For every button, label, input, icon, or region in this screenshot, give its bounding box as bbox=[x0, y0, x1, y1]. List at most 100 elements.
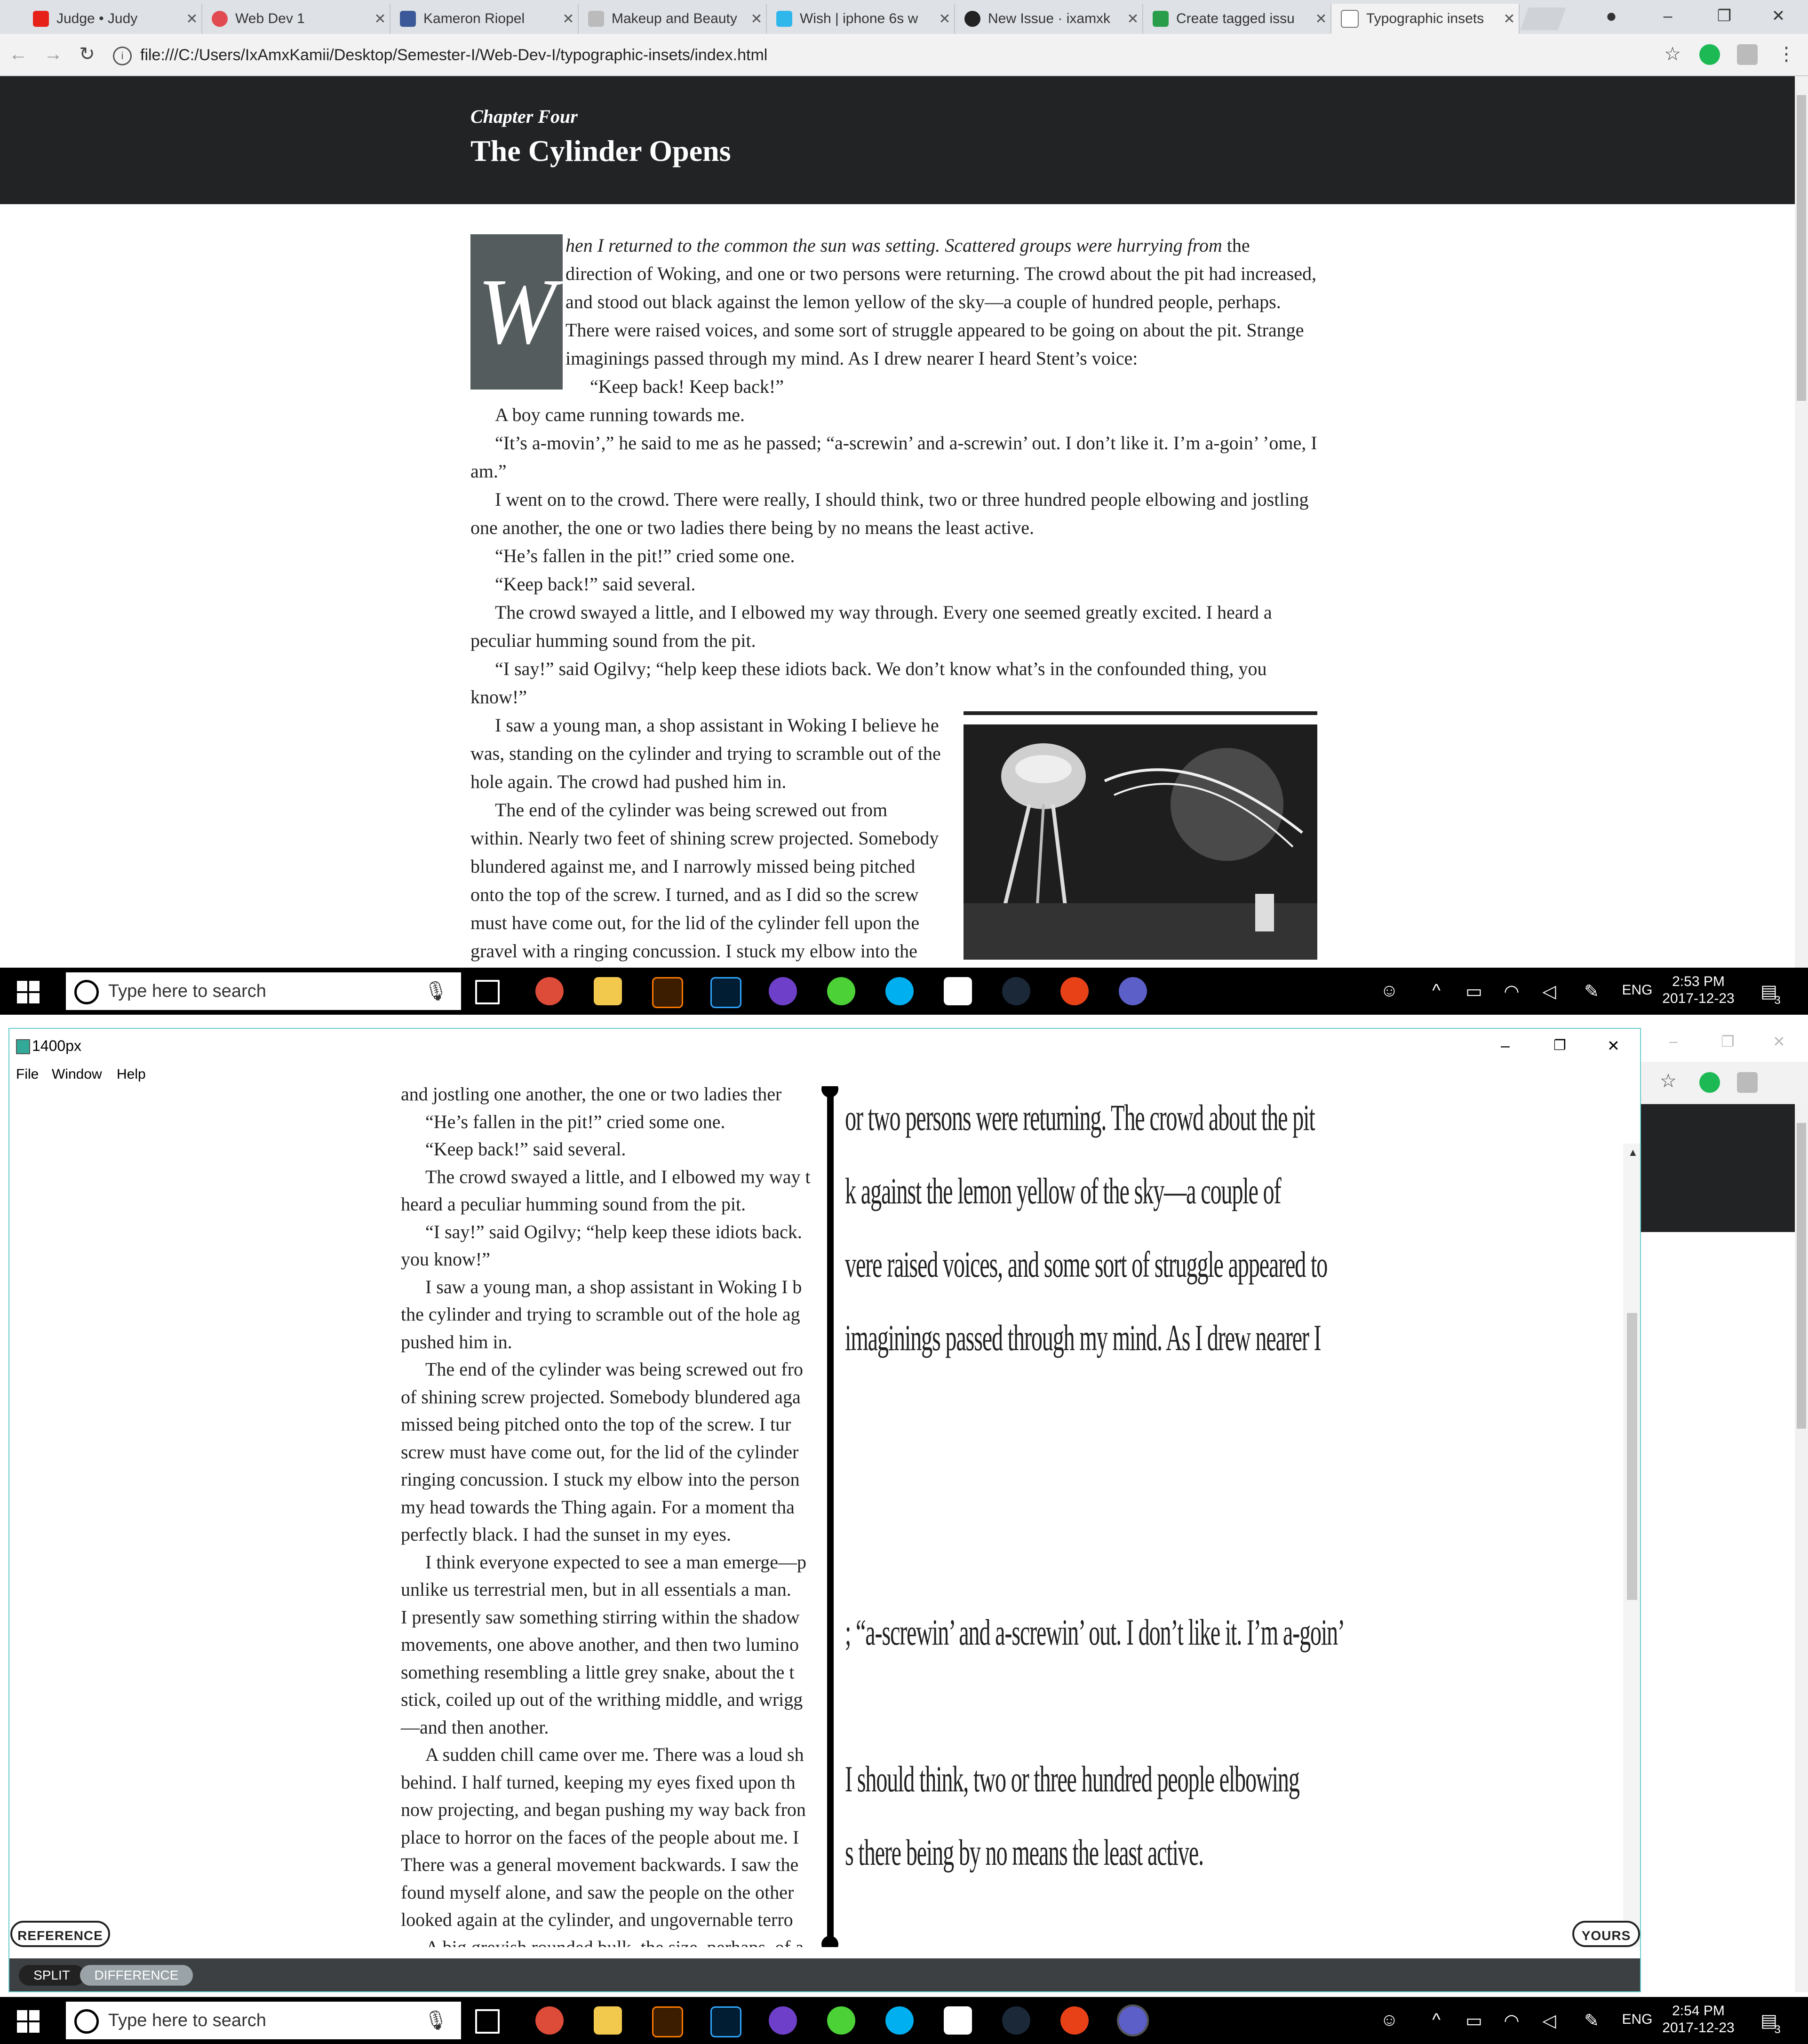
mail-icon[interactable] bbox=[944, 2006, 972, 2035]
menu-file[interactable]: File bbox=[16, 1063, 39, 1086]
skype-icon[interactable] bbox=[885, 2006, 914, 2035]
file-explorer-icon[interactable] bbox=[594, 2006, 622, 2035]
taskbar-search[interactable]: Type here to search 🎙 bbox=[66, 972, 461, 1010]
clock[interactable]: 2:53 PM 2017-12-23 bbox=[1656, 973, 1741, 1007]
steam-icon[interactable] bbox=[1002, 2006, 1030, 2035]
chevron-up-icon[interactable]: ^ bbox=[1425, 981, 1448, 1001]
browser-tab[interactable]: Create tagged issu ✕ bbox=[1143, 4, 1331, 34]
people-icon[interactable]: ☺ bbox=[1378, 2010, 1401, 2030]
browser-tab[interactable]: New Issue · ixamxk ✕ bbox=[955, 4, 1143, 34]
compare-app-icon[interactable] bbox=[1119, 977, 1147, 1005]
minimize-icon: – bbox=[1669, 1033, 1678, 1050]
battery-icon[interactable]: ▭ bbox=[1462, 981, 1486, 1002]
minimize-icon[interactable]: – bbox=[1501, 1029, 1510, 1063]
close-window-icon[interactable]: ✕ bbox=[1764, 5, 1792, 27]
new-tab-button[interactable] bbox=[1520, 8, 1566, 30]
language-indicator[interactable]: ENG bbox=[1618, 2011, 1656, 2028]
wifi-icon[interactable]: ◠ bbox=[1500, 2010, 1523, 2031]
minimize-icon[interactable]: – bbox=[1654, 5, 1682, 27]
volume-icon[interactable]: ◁ bbox=[1537, 981, 1561, 1002]
reload-icon[interactable]: ↻ bbox=[75, 42, 99, 66]
task-view-icon[interactable] bbox=[475, 2009, 500, 2034]
photoshop-icon[interactable] bbox=[710, 2006, 741, 2037]
grammarly-extension-icon[interactable] bbox=[1699, 44, 1720, 65]
account-icon[interactable]: ● bbox=[1597, 5, 1625, 27]
chrome-icon[interactable] bbox=[535, 2006, 564, 2035]
close-tab-icon[interactable]: ✕ bbox=[935, 11, 954, 27]
browser-tab[interactable]: Judge • Judy ✕ bbox=[24, 4, 202, 34]
github-desktop-icon[interactable] bbox=[769, 2006, 797, 2035]
battery-icon[interactable]: ▭ bbox=[1462, 2010, 1486, 2031]
origin-icon[interactable] bbox=[1060, 2006, 1089, 2035]
arrow-left-icon[interactable]: ← bbox=[7, 42, 30, 66]
microphone-icon[interactable]: 🎙 bbox=[424, 2011, 448, 2030]
microphone-icon[interactable]: 🎙 bbox=[424, 982, 448, 1001]
chevron-up-icon[interactable]: ^ bbox=[1425, 2010, 1448, 2030]
skype-icon[interactable] bbox=[885, 977, 914, 1005]
close-tab-icon[interactable]: ✕ bbox=[1312, 11, 1330, 27]
volume-icon[interactable]: ◁ bbox=[1537, 2010, 1561, 2031]
reference-line: “I say!” said Ogilvy; “help keep these i… bbox=[425, 1221, 802, 1242]
browser-tab[interactable]: Wish | iphone 6s w ✕ bbox=[767, 4, 955, 34]
photoshop-icon[interactable] bbox=[710, 977, 741, 1008]
split-mode-button[interactable]: SPLIT bbox=[19, 1965, 85, 1986]
app-icon bbox=[16, 1039, 30, 1054]
file-explorer-icon[interactable] bbox=[594, 977, 622, 1005]
paragraph: “He’s fallen in the pit!” cried some one… bbox=[495, 545, 795, 566]
browser-tab-active[interactable]: Typographic insets ✕ bbox=[1331, 4, 1520, 34]
paragraph: “It’s a-movin’,” he said to me as he pas… bbox=[470, 432, 1317, 482]
origin-icon[interactable] bbox=[1060, 977, 1089, 1005]
difference-mode-button[interactable]: DIFFERENCE bbox=[80, 1965, 193, 1986]
split-divider-handle[interactable] bbox=[827, 1086, 834, 1947]
close-tab-icon[interactable]: ✕ bbox=[559, 11, 578, 27]
language-indicator[interactable]: ENG bbox=[1618, 982, 1656, 999]
extension-icon[interactable] bbox=[1737, 44, 1758, 65]
info-icon[interactable]: i bbox=[113, 47, 132, 66]
wifi-icon[interactable]: ◠ bbox=[1500, 981, 1523, 1002]
restore-icon[interactable]: ❐ bbox=[1553, 1029, 1566, 1063]
reference-line: missed being pitched onto the top of the… bbox=[401, 1414, 791, 1435]
menu-kebab-icon[interactable]: ⋮ bbox=[1775, 42, 1798, 66]
compare-app-icon[interactable] bbox=[1117, 2004, 1149, 2036]
taskbar-search[interactable]: Type here to search 🎙 bbox=[66, 2002, 461, 2039]
star-icon[interactable]: ☆ bbox=[1661, 42, 1684, 66]
task-view-icon[interactable] bbox=[475, 980, 500, 1004]
close-tab-icon[interactable]: ✕ bbox=[183, 11, 201, 27]
close-tab-icon[interactable]: ✕ bbox=[1123, 11, 1142, 27]
github-desktop-icon[interactable] bbox=[769, 977, 797, 1005]
arrow-right-icon[interactable]: → bbox=[41, 42, 65, 66]
people-icon[interactable]: ☺ bbox=[1378, 981, 1401, 1001]
windows-start-icon[interactable] bbox=[17, 981, 40, 1003]
browser-tab[interactable]: Web Dev 1 ✕ bbox=[202, 4, 390, 34]
mail-icon[interactable] bbox=[944, 977, 972, 1005]
steam-icon[interactable] bbox=[1002, 977, 1030, 1005]
chrome-icon[interactable] bbox=[535, 977, 564, 1005]
clock[interactable]: 2:54 PM 2017-12-23 bbox=[1656, 2003, 1741, 2036]
reference-line: the cylinder and trying to scramble out … bbox=[401, 1304, 800, 1325]
chat-app-icon[interactable] bbox=[827, 2006, 855, 2035]
pen-icon[interactable]: ✎ bbox=[1580, 2010, 1603, 2031]
close-window-icon[interactable]: ✕ bbox=[1607, 1029, 1620, 1063]
paragraph: “I say!” said Ogilvy; “help keep these i… bbox=[470, 658, 1267, 708]
menu-help[interactable]: Help bbox=[117, 1063, 146, 1086]
close-tab-icon[interactable]: ✕ bbox=[371, 11, 390, 27]
windows-start-icon[interactable] bbox=[17, 2010, 40, 2033]
scroll-up-icon[interactable]: ▲ bbox=[1628, 1146, 1638, 1159]
illustrator-icon[interactable] bbox=[652, 977, 683, 1008]
browser-tab[interactable]: Makeup and Beauty ✕ bbox=[579, 4, 767, 34]
page-scrollbar[interactable] bbox=[1795, 76, 1808, 968]
menu-window[interactable]: Window bbox=[52, 1063, 102, 1086]
reference-line: something resembling a little grey snake… bbox=[401, 1661, 795, 1683]
scrollbar-thumb[interactable] bbox=[1797, 95, 1806, 401]
close-tab-icon[interactable]: ✕ bbox=[747, 11, 766, 27]
address-bar[interactable]: i file:///C:/Users/IxAmxKamii/Desktop/Sem… bbox=[113, 42, 1651, 68]
restore-icon[interactable]: ❐ bbox=[1710, 5, 1738, 27]
compare-scrollbar[interactable]: ▲ bbox=[1623, 1144, 1640, 1947]
pen-icon[interactable]: ✎ bbox=[1580, 981, 1603, 1002]
reference-line: perfectly black. I had the sunset in my … bbox=[401, 1524, 731, 1545]
close-tab-icon[interactable]: ✕ bbox=[1500, 11, 1519, 27]
chat-app-icon[interactable] bbox=[827, 977, 855, 1005]
scrollbar-thumb[interactable] bbox=[1627, 1313, 1637, 1600]
browser-tab[interactable]: Kameron Riopel ✕ bbox=[390, 4, 579, 34]
illustrator-icon[interactable] bbox=[652, 2006, 683, 2037]
